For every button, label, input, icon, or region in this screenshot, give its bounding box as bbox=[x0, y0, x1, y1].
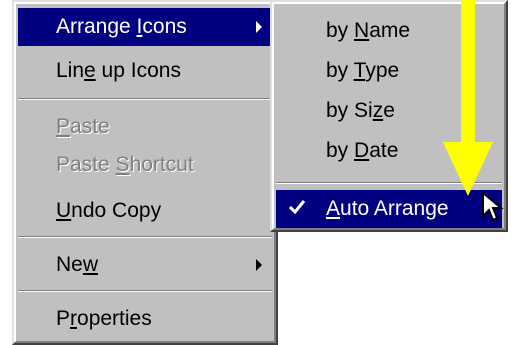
menu-separator bbox=[18, 98, 272, 100]
menu-item-line-up-icons[interactable]: Line up Icons bbox=[18, 52, 272, 90]
menu-item-accelerator: z bbox=[372, 99, 384, 122]
menu-item-accelerator: T bbox=[353, 59, 366, 82]
menu-item-paste-shortcut: Paste Shortcut bbox=[18, 146, 272, 184]
menu-item-label: ndo Copy bbox=[71, 199, 162, 222]
menu-item-label: by Si bbox=[326, 99, 373, 122]
menu-item-undo-copy[interactable]: Undo Copy bbox=[18, 192, 272, 230]
menu-item-accelerator: S bbox=[115, 153, 130, 176]
menu-item-accelerator: N bbox=[354, 19, 370, 42]
menu-separator bbox=[18, 290, 272, 292]
submenu-arrow-icon bbox=[256, 259, 262, 271]
menu-item-accelerator: e bbox=[84, 59, 96, 82]
menu-item-label: Lin bbox=[56, 59, 85, 82]
menu-item-new[interactable]: New bbox=[18, 246, 272, 284]
menu-item-label: Paste bbox=[56, 153, 116, 176]
menu-item-label: e bbox=[383, 99, 395, 122]
menu-item-accelerator: U bbox=[56, 199, 72, 222]
mouse-pointer-icon bbox=[482, 192, 504, 222]
menu-item-label: by bbox=[326, 139, 355, 162]
submenu-arrow-icon bbox=[256, 21, 262, 33]
menu-item-accelerator: P bbox=[56, 115, 71, 138]
menu-item-label: up Icons bbox=[95, 59, 181, 82]
menu-item-label: P bbox=[56, 307, 71, 330]
menu-item-label: hortcut bbox=[129, 153, 194, 176]
yellow-down-arrow-icon bbox=[443, 0, 493, 196]
menu-item-accelerator: D bbox=[354, 139, 370, 162]
menu-item-label: Ne bbox=[56, 253, 83, 276]
checkmark-icon bbox=[288, 200, 306, 215]
menu-item-label: by bbox=[326, 19, 355, 42]
context-menu: Arrange Icons Line up Icons Paste Paste … bbox=[12, 0, 278, 345]
menu-separator bbox=[18, 236, 272, 238]
menu-item-label: ame bbox=[369, 19, 411, 42]
menu-item-label: aste bbox=[70, 115, 110, 138]
menu-item-label: ate bbox=[369, 139, 399, 162]
menu-item-properties[interactable]: Properties bbox=[18, 300, 272, 338]
menu-item-accelerator: A bbox=[326, 197, 341, 220]
menu-item-accelerator: r bbox=[70, 307, 78, 330]
menu-item-label: operties bbox=[77, 307, 152, 330]
menu-item-paste: Paste bbox=[18, 108, 272, 146]
menu-item-label: uto Arrange bbox=[340, 197, 449, 220]
menu-item-label: cons bbox=[142, 15, 187, 38]
menu-item-arrange-icons[interactable]: Arrange Icons bbox=[18, 8, 272, 46]
menu-item-accelerator: w bbox=[82, 253, 99, 276]
menu-item-label: Arrange bbox=[56, 15, 137, 38]
menu-item-label: ype bbox=[365, 59, 400, 82]
menu-item-label: by bbox=[326, 59, 354, 82]
